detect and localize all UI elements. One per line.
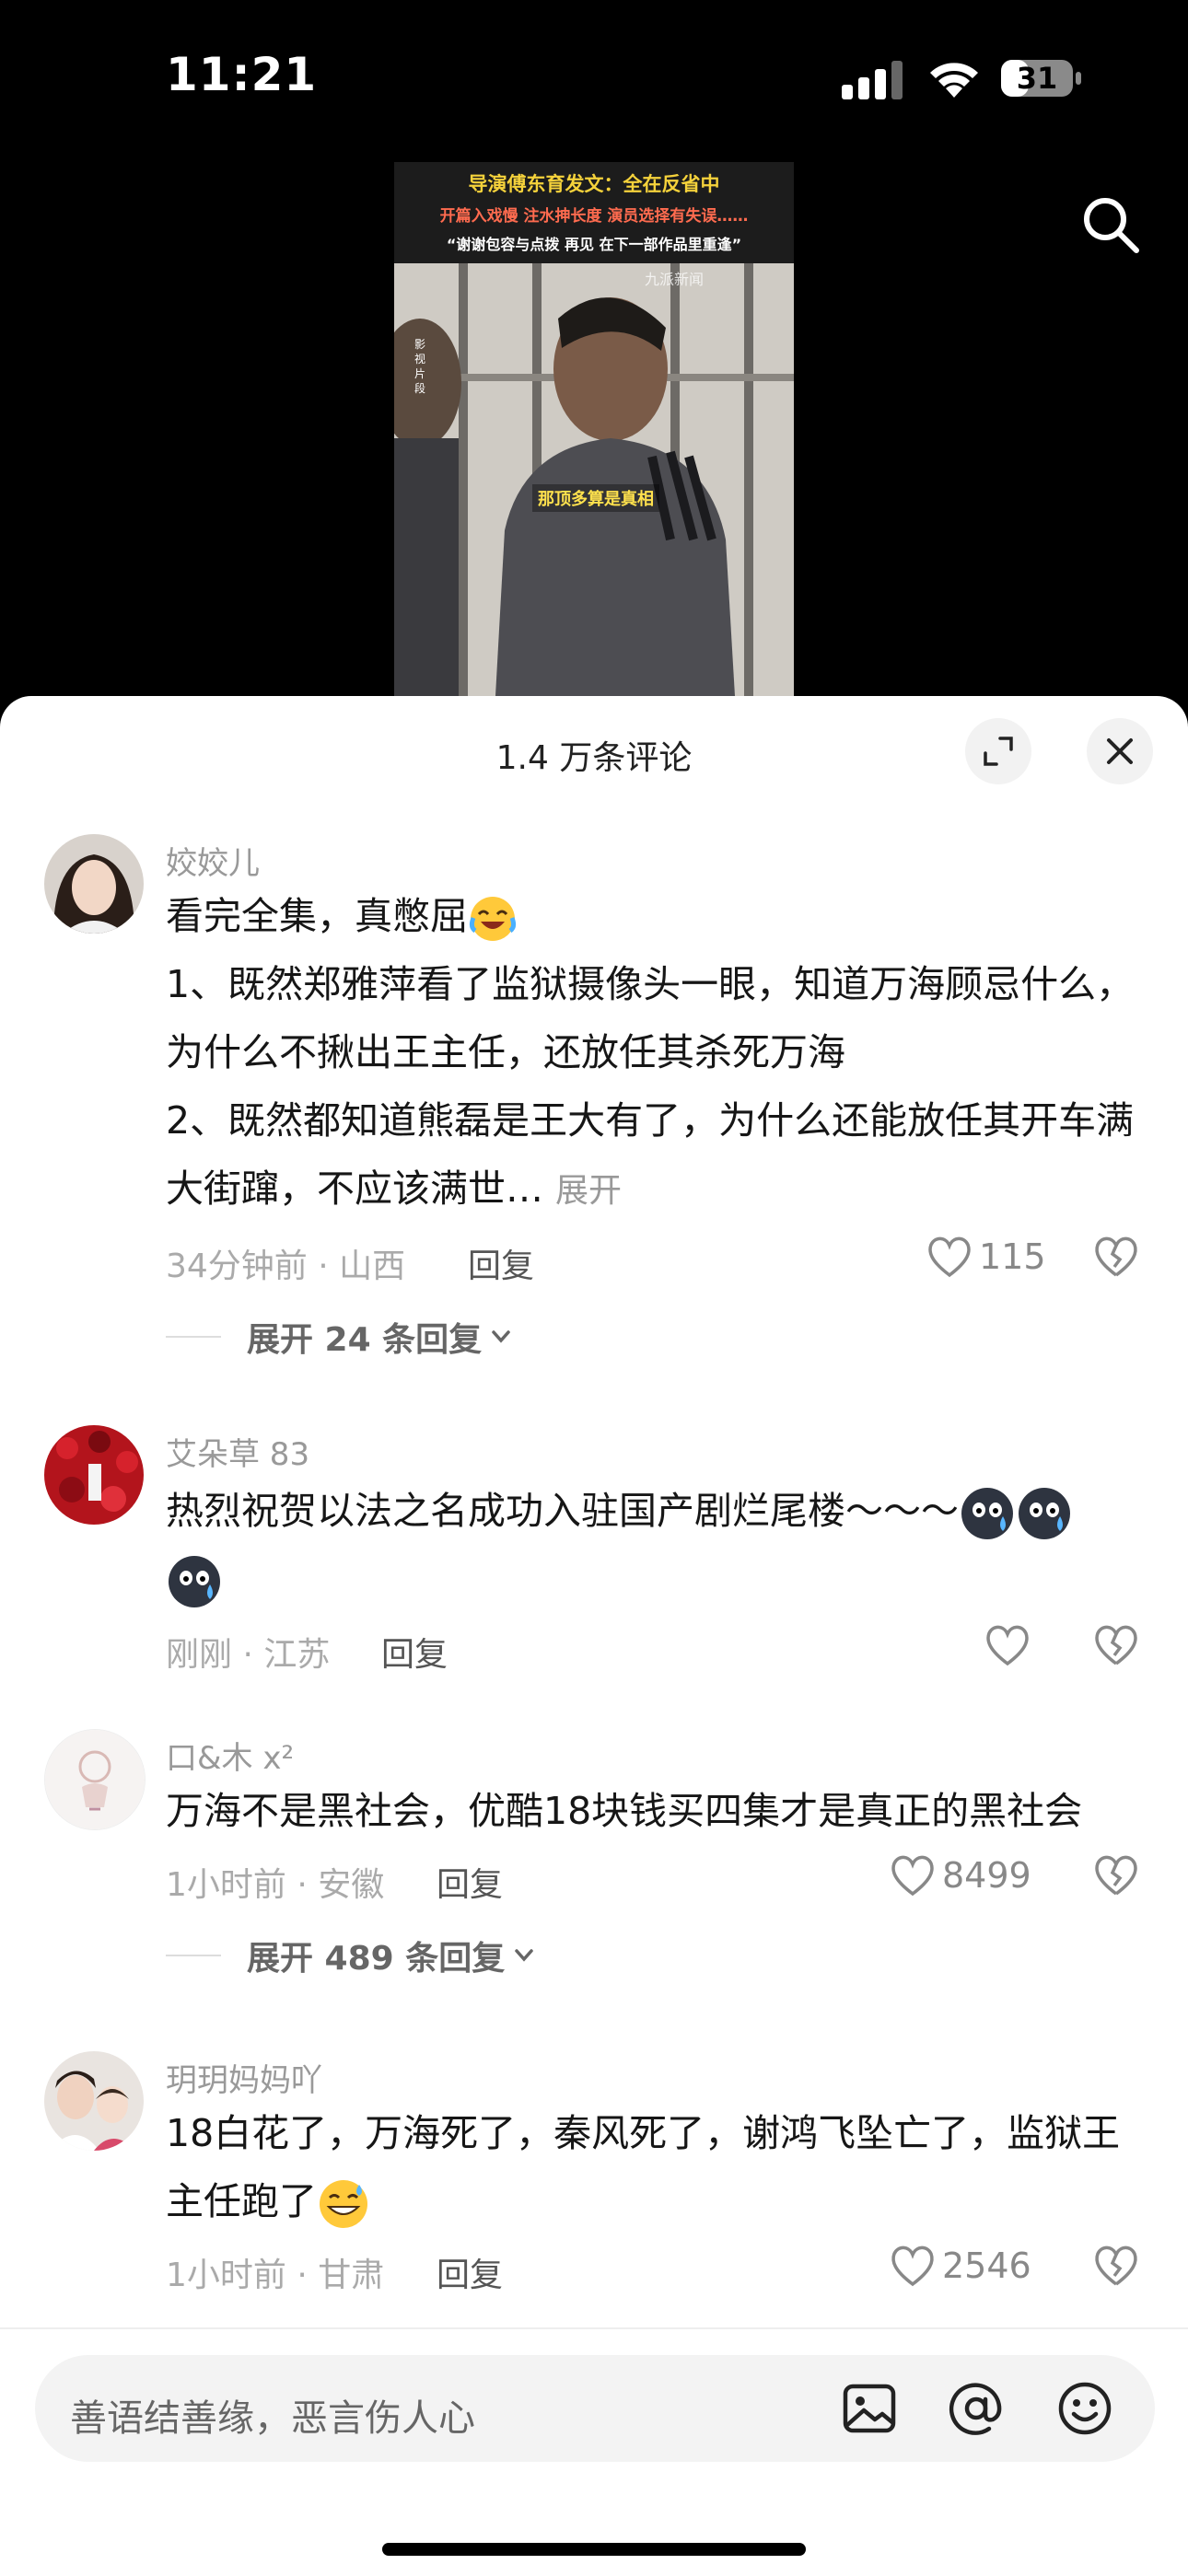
heart-icon bbox=[928, 1236, 971, 1278]
emoji-face-icon[interactable] bbox=[1055, 2379, 1114, 2438]
comment-meta: 刚刚 · 江苏 bbox=[166, 1636, 331, 1674]
video-side-label: 影视片段 bbox=[414, 338, 426, 395]
comment-text: 万海不是黑社会，优酷18块钱买四集才是真正的黑社会 bbox=[166, 1777, 1142, 1845]
video-headline-3: “谢谢包容与点拨 再见 在下一部作品里重逢” bbox=[446, 236, 742, 253]
avatar[interactable] bbox=[44, 2051, 144, 2151]
expand-text-link[interactable]: 展开 bbox=[555, 1172, 622, 1210]
avatar[interactable] bbox=[44, 1729, 146, 1830]
divider-line bbox=[166, 1336, 221, 1338]
heart-icon bbox=[891, 2245, 934, 2287]
close-button[interactable] bbox=[1087, 718, 1153, 784]
like-count: 2546 bbox=[942, 2245, 1031, 2286]
comment-text: 热烈祝贺以法之名成功入驻国产剧烂尾楼～～～ bbox=[166, 1477, 1142, 1613]
like-button[interactable] bbox=[984, 1622, 1037, 1668]
wifi-icon bbox=[930, 63, 978, 98]
comment-line: 看完全集，真憋屈 bbox=[166, 894, 468, 938]
chevron-down-icon bbox=[515, 1949, 533, 1962]
comment-meta: 1小时前 · 甘肃 bbox=[166, 2257, 385, 2294]
video-headline-1: 导演傅东育发文：全在反省中 bbox=[468, 173, 720, 195]
comment-meta: 34分钟前 · 山西 bbox=[166, 1247, 406, 1285]
comment-text: 看完全集，真憋屈 1、既然郑雅萍看了监狱摄像头一眼，知道万海顾忌什么，为什么不揪… bbox=[166, 882, 1142, 1225]
status-bar: 11:21 31 bbox=[0, 0, 1188, 253]
comment-line: 2、既然都知道熊磊是王大有了，为什么还能放任其开车满大街蹿，不应该满世… bbox=[166, 1098, 1135, 1211]
fullscreen-button[interactable] bbox=[965, 718, 1031, 784]
comment-line: 1、既然郑雅萍看了监狱摄像头一眼，知道万海顾忌什么，为什么不揪出王主任，还放任其… bbox=[166, 962, 1135, 1074]
reply-button[interactable]: 回复 bbox=[437, 1858, 503, 1906]
comment-username[interactable]: 姣姣儿 bbox=[166, 838, 260, 883]
expand-replies-label: 展开 489 条回复 bbox=[247, 1940, 506, 1978]
avatar[interactable] bbox=[44, 1425, 144, 1525]
mention-at-icon[interactable] bbox=[947, 2379, 1006, 2438]
dislike-broken-heart-icon[interactable] bbox=[1092, 1622, 1140, 1668]
battery-level: 31 bbox=[1016, 61, 1058, 96]
video-player[interactable]: 导演傅东育发文：全在反省中 开篇入戏慢 注水抻长度 演员选择有失误…… “谢谢包… bbox=[394, 162, 794, 696]
heart-icon bbox=[986, 1625, 1029, 1666]
video-watermark: 九派新闻 bbox=[645, 271, 705, 288]
chevron-down-icon bbox=[492, 1330, 510, 1343]
video-subtitle: 那顶多算是真相 bbox=[532, 484, 659, 512]
expand-icon bbox=[984, 737, 1013, 766]
sweating-face-emoji-icon bbox=[169, 1556, 220, 1607]
close-icon bbox=[1107, 738, 1133, 764]
expand-replies-button[interactable]: 展开 24 条回复 bbox=[166, 1313, 515, 1361]
expand-replies-label: 展开 24 条回复 bbox=[247, 1321, 483, 1359]
comment-username[interactable]: 口&木 x² bbox=[166, 1733, 294, 1778]
battery-icon: 31 bbox=[1000, 57, 1083, 99]
comment-line: 万海不是黑社会，优酷18块钱买四集才是真正的黑社会 bbox=[166, 1789, 1083, 1833]
video-headline-banner: 导演傅东育发文：全在反省中 开篇入戏慢 注水抻长度 演员选择有失误…… “谢谢包… bbox=[394, 162, 794, 263]
reply-button[interactable]: 回复 bbox=[437, 2248, 503, 2296]
heart-icon bbox=[891, 1855, 934, 1897]
comment-line: 18白花了，万海死了，秦风死了，谢鸿飞坠亡了，监狱王主任跑了 bbox=[166, 2111, 1121, 2223]
comment-input-placeholder: 善语结善缘，恶言伤人心 bbox=[70, 2397, 475, 2440]
video-headline-2: 开篇入戏慢 注水抻长度 演员选择有失误…… bbox=[439, 207, 749, 226]
dislike-broken-heart-icon[interactable] bbox=[1092, 1234, 1140, 1280]
grinning-sweat-emoji-icon bbox=[320, 2180, 367, 2228]
cellular-signal-icon bbox=[842, 61, 903, 99]
divider-line bbox=[166, 1955, 221, 1956]
home-indicator[interactable] bbox=[382, 2543, 806, 2556]
comment-meta: 1小时前 · 安徽 bbox=[166, 1866, 385, 1904]
comment-input-bar: 善语结善缘，恶言伤人心 bbox=[0, 2327, 1188, 2576]
comment-username[interactable]: 玥玥妈妈吖 bbox=[166, 2055, 322, 2100]
reply-button[interactable]: 回复 bbox=[381, 1628, 448, 1676]
comment-line: 热烈祝贺以法之名成功入驻国产剧烂尾楼～～～ bbox=[166, 1489, 959, 1533]
dislike-broken-heart-icon[interactable] bbox=[1092, 2243, 1140, 2289]
sweating-face-emoji-icon bbox=[1019, 1488, 1070, 1539]
comment-sheet: 1.4 万条评论 姣姣儿 看完全集，真憋屈 1、既然郑雅萍看了监狱摄像头一眼，知… bbox=[0, 696, 1188, 2574]
expand-replies-button[interactable]: 展开 489 条回复 bbox=[166, 1932, 538, 1979]
comment-text: 18白花了，万海死了，秦风死了，谢鸿飞坠亡了，监狱王主任跑了 bbox=[166, 2099, 1142, 2235]
like-button[interactable]: 115 bbox=[926, 1234, 1046, 1280]
status-time: 11:21 bbox=[166, 48, 318, 101]
avatar[interactable] bbox=[44, 834, 144, 934]
comment-input[interactable]: 善语结善缘，恶言伤人心 bbox=[35, 2355, 1155, 2462]
like-count: 115 bbox=[979, 1236, 1046, 1277]
sweating-face-emoji-icon bbox=[961, 1488, 1013, 1539]
search-icon[interactable] bbox=[1077, 191, 1144, 258]
comment-username[interactable]: 艾朵草 83 bbox=[166, 1429, 309, 1474]
video-frame-image bbox=[394, 263, 794, 696]
like-button[interactable]: 8499 bbox=[889, 1852, 1031, 1898]
dislike-broken-heart-icon[interactable] bbox=[1092, 1852, 1140, 1898]
reply-button[interactable]: 回复 bbox=[468, 1239, 534, 1287]
crying-laughing-emoji-icon bbox=[469, 897, 517, 941]
like-button[interactable]: 2546 bbox=[889, 2243, 1031, 2289]
like-count: 8499 bbox=[942, 1855, 1031, 1896]
image-picker-icon[interactable] bbox=[840, 2379, 899, 2438]
